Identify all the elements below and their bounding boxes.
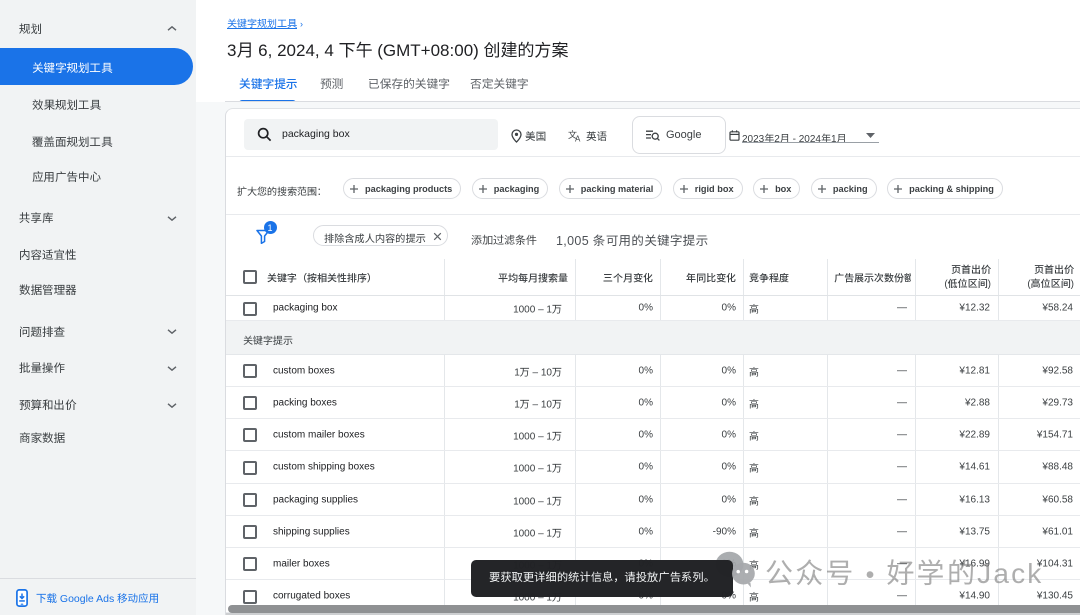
svg-text:A: A [575, 135, 581, 143]
